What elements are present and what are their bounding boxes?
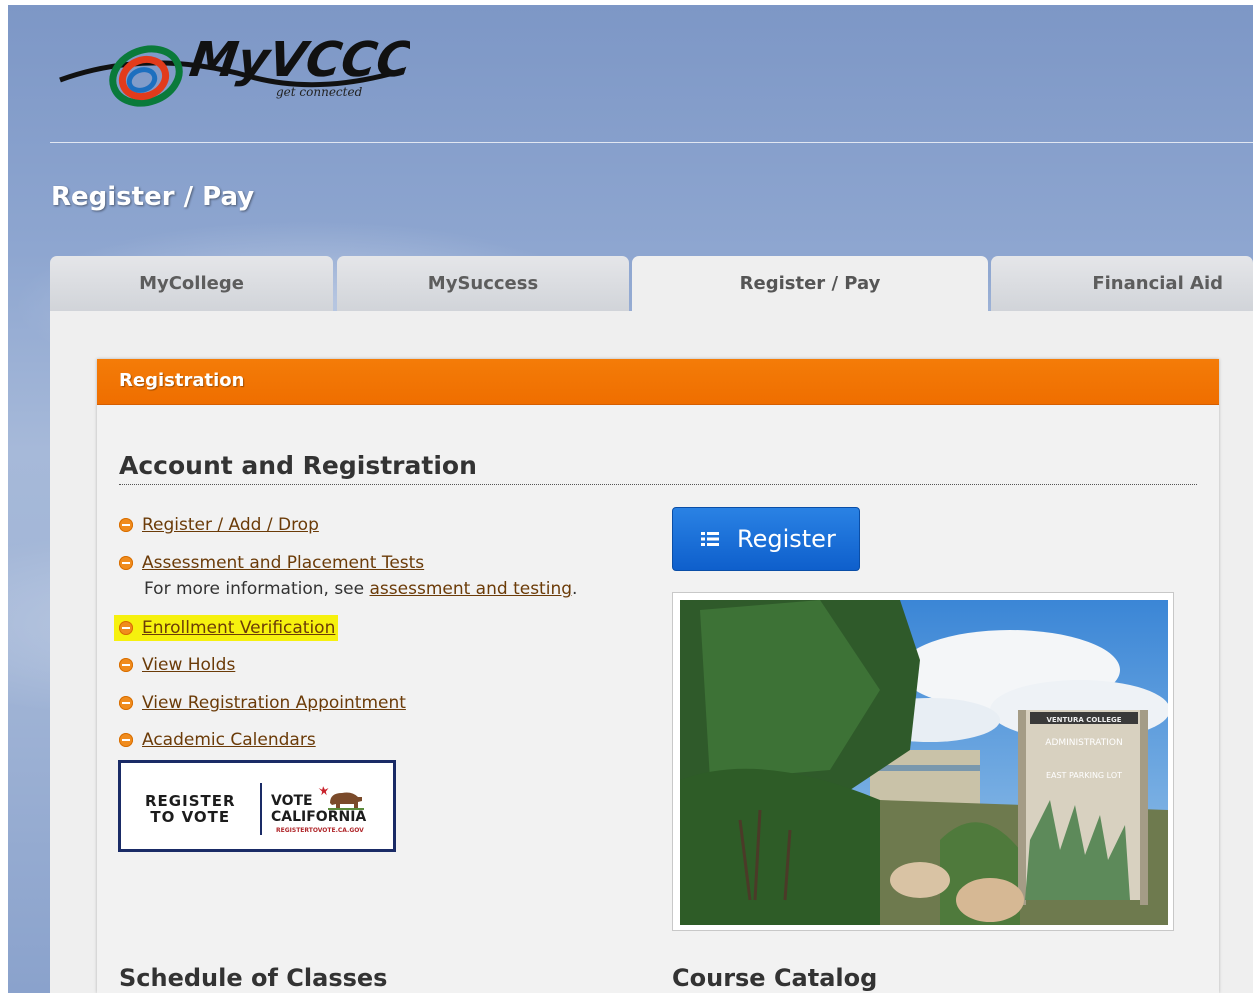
logo-text: MyVCCCD	[186, 32, 410, 88]
tab-financial-aid[interactable]: Financial Aid	[991, 256, 1253, 311]
info-suffix: .	[572, 579, 578, 599]
register-to-vote-banner[interactable]: REGISTER TO VOTE VOTE CALIFORNIA REGISTE…	[118, 760, 396, 852]
registration-card: Registration Account and Registration Re…	[97, 359, 1219, 993]
register-button-label: Register	[737, 525, 836, 553]
vote-right-line1: VOTE	[271, 793, 313, 809]
section-title: Account and Registration	[119, 451, 477, 480]
tab-label: MySuccess	[427, 273, 539, 294]
register-button[interactable]: Register	[672, 507, 860, 571]
list-item: Assessment and Placement Tests	[119, 551, 424, 575]
circle-arrow-icon	[119, 556, 133, 570]
vote-url: REGISTERTOVOTE.CA.GOV	[276, 827, 364, 834]
list-item: Register / Add / Drop	[119, 513, 319, 537]
campus-photo-frame: VENTURA COLLEGE ADMINISTRATION EAST PARK…	[672, 592, 1174, 931]
campus-photo: VENTURA COLLEGE ADMINISTRATION EAST PARK…	[680, 600, 1168, 925]
list-item-highlighted: Enrollment Verification	[114, 615, 339, 641]
circle-arrow-icon	[119, 658, 133, 672]
link-view-registration-appointment[interactable]: View Registration Appointment	[142, 693, 406, 713]
vote-left-line1: REGISTER	[145, 792, 236, 810]
list-icon	[701, 532, 719, 546]
circle-arrow-icon	[119, 733, 133, 747]
circle-arrow-icon	[119, 518, 133, 532]
tab-mycollege[interactable]: MyCollege	[50, 256, 333, 311]
list-item: View Registration Appointment	[119, 691, 406, 715]
circle-arrow-icon	[119, 696, 133, 710]
list-item: Academic Calendars	[119, 728, 316, 752]
vote-left-line2: TO VOTE	[150, 808, 231, 826]
sign-line2: ADMINISTRATION	[1045, 738, 1122, 748]
header-divider	[50, 142, 1253, 143]
circle-arrow-icon	[119, 621, 133, 635]
tab-label: MyCollege	[139, 273, 244, 294]
sign-line1: VENTURA COLLEGE	[1046, 716, 1121, 724]
vote-right-text: VOTE CALIFORNIA	[271, 793, 366, 825]
tab-label: Financial Aid	[1092, 273, 1223, 294]
list-item: View Holds	[119, 653, 235, 677]
page-title: Register / Pay	[51, 182, 255, 212]
course-catalog-title: Course Catalog	[672, 964, 878, 992]
link-register-add-drop[interactable]: Register / Add / Drop	[142, 515, 319, 535]
link-enrollment-verification[interactable]: Enrollment Verification	[142, 618, 335, 638]
card-header-title: Registration	[119, 370, 245, 391]
link-view-holds[interactable]: View Holds	[142, 655, 235, 675]
myvcccd-logo[interactable]: MyVCCCD get connected	[58, 18, 410, 118]
schedule-of-classes-title: Schedule of Classes	[119, 964, 388, 992]
link-assessment-placement[interactable]: Assessment and Placement Tests	[142, 553, 424, 573]
vote-left-text: REGISTER TO VOTE	[145, 793, 236, 825]
vote-divider	[260, 783, 262, 835]
vote-right-line2: CALIFORNIA	[271, 809, 367, 825]
sign-line3: EAST PARKING LOT	[1046, 771, 1122, 780]
logo-tagline: get connected	[276, 85, 363, 99]
tab-mysuccess[interactable]: MySuccess	[337, 256, 629, 311]
tab-label: Register / Pay	[739, 273, 881, 294]
section-divider	[119, 484, 1197, 485]
link-assessment-testing[interactable]: assessment and testing	[370, 579, 573, 599]
tab-register-pay[interactable]: Register / Pay	[632, 256, 988, 311]
card-header: Registration	[97, 359, 1219, 405]
link-academic-calendars[interactable]: Academic Calendars	[142, 730, 316, 750]
info-text: For more information, see assessment and…	[144, 579, 577, 599]
info-prefix: For more information, see	[144, 579, 370, 599]
